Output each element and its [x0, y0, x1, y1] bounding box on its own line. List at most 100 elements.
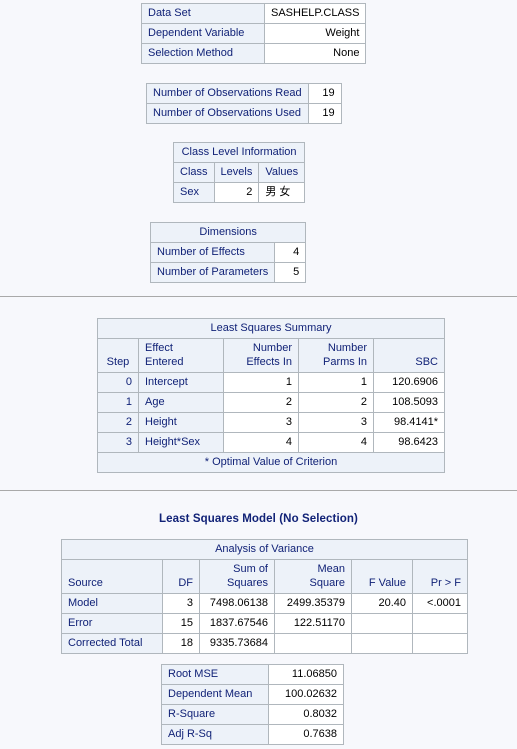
model-info-value: SASHELP.CLASS — [263, 3, 367, 24]
header-line-2: Squares — [227, 577, 268, 589]
model-info-label: Data Set — [141, 3, 265, 24]
least-squares-summary-caption: Least Squares Summary — [97, 318, 445, 339]
column-header-class: Class — [173, 162, 215, 183]
effect-entered: Height*Sex — [138, 432, 224, 453]
anova-f-value — [351, 613, 413, 634]
observations-table: Number of Observations Read 19 Number of… — [146, 83, 342, 124]
anova-source: Model — [61, 593, 163, 614]
column-header-step: Step — [97, 338, 139, 373]
class-values: 男 女 — [258, 182, 306, 203]
step-number: 2 — [97, 412, 139, 433]
class-name: Sex — [173, 182, 215, 203]
column-header-levels: Levels — [213, 162, 260, 183]
anova-df: 15 — [162, 613, 200, 634]
anova-sum-of-squares: 7498.06138 — [199, 593, 275, 614]
number-effects-in: 1 — [223, 372, 299, 393]
model-info-label: Selection Method — [141, 43, 265, 64]
table-footnote-row: * Optimal Value of Criterion — [97, 452, 445, 473]
number-effects-in: 2 — [223, 392, 299, 413]
model-info-label: Dependent Variable — [141, 23, 265, 44]
number-effects-in: 4 — [223, 432, 299, 453]
column-header-sbc: SBC — [373, 338, 445, 373]
least-squares-summary-table: Least Squares Summary Step Effect Entere… — [97, 318, 445, 473]
fit-statistic-label: Root MSE — [161, 664, 269, 685]
table-header-row: Source DF Sum of Squares Mean Square F V… — [61, 559, 468, 594]
anova-pr-f: <.0001 — [412, 593, 468, 614]
anova-mean-square: 122.51170 — [274, 613, 352, 634]
section-divider — [0, 490, 517, 491]
section-divider — [0, 296, 517, 297]
class-level-information-table: Class Level Information Class Levels Val… — [172, 142, 306, 203]
dimensions-label: Number of Effects — [149, 242, 276, 263]
column-header-effect-entered: Effect Entered — [138, 338, 224, 373]
sbc-value: 98.6423 — [373, 432, 445, 453]
table-row: Number of Parameters 5 — [149, 262, 307, 283]
fit-statistic-value: 11.06850 — [268, 664, 344, 685]
observations-value: 19 — [307, 83, 342, 104]
number-parms-in: 2 — [298, 392, 374, 413]
table-row: Data Set SASHELP.CLASS — [141, 3, 367, 24]
anova-source: Error — [61, 613, 163, 634]
table-row: 3 Height*Sex 4 4 98.6423 — [97, 432, 445, 453]
model-information-table: Data Set SASHELP.CLASS Dependent Variabl… — [141, 3, 367, 64]
table-row: Corrected Total 18 9335.73684 — [61, 633, 468, 654]
effect-entered: Height — [138, 412, 224, 433]
class-levels: 2 — [213, 182, 260, 203]
analysis-of-variance-table: Analysis of Variance Source DF Sum of Sq… — [61, 539, 468, 654]
dimensions-caption: Dimensions — [149, 222, 307, 243]
table-header-row: Class Levels Values — [173, 162, 306, 183]
anova-f-value: 20.40 — [351, 593, 413, 614]
number-parms-in: 3 — [298, 412, 374, 433]
number-parms-in: 4 — [298, 432, 374, 453]
table-caption-row: Class Level Information — [172, 142, 306, 163]
anova-caption: Analysis of Variance — [61, 539, 468, 560]
header-line-1: Mean — [317, 563, 345, 575]
step-number: 0 — [97, 372, 139, 393]
anova-mean-square — [274, 633, 352, 654]
anova-df: 3 — [162, 593, 200, 614]
header-line-2: Square — [309, 577, 345, 589]
table-row: R-Square 0.8032 — [161, 704, 344, 725]
table-row: Sex 2 男 女 — [173, 182, 306, 203]
column-header-values: Values — [258, 162, 306, 183]
table-row: Root MSE 11.06850 — [161, 664, 344, 685]
header-line-2: Parms In — [322, 356, 367, 368]
anova-sum-of-squares: 1837.67546 — [199, 613, 275, 634]
anova-df: 18 — [162, 633, 200, 654]
fit-statistics-table: Root MSE 11.06850 Dependent Mean 100.026… — [161, 664, 344, 745]
header-line-2: Effects In — [246, 356, 292, 368]
anova-pr-f — [412, 613, 468, 634]
table-caption-row: Dimensions — [149, 222, 307, 243]
column-header-f-value: F Value — [351, 559, 413, 594]
model-info-value: None — [263, 43, 367, 64]
anova-sum-of-squares: 9335.73684 — [199, 633, 275, 654]
fit-statistic-label: Adj R-Sq — [161, 724, 269, 745]
table-row: Adj R-Sq 0.7638 — [161, 724, 344, 745]
step-number: 3 — [97, 432, 139, 453]
table-row: Model 3 7498.06138 2499.35379 20.40 <.00… — [61, 593, 468, 614]
observations-label: Number of Observations Read — [146, 83, 309, 104]
effect-entered: Intercept — [138, 372, 224, 393]
header-line-1: Number — [252, 342, 292, 354]
header-line-1: Number — [327, 342, 367, 354]
column-header-number-effects-in: Number Effects In — [223, 338, 299, 373]
table-row: 2 Height 3 3 98.4141* — [97, 412, 445, 433]
header-line-2: Entered — [145, 356, 184, 368]
anova-f-value — [351, 633, 413, 654]
class-level-caption: Class Level Information — [172, 142, 306, 163]
table-row: Error 15 1837.67546 122.51170 — [61, 613, 468, 634]
table-row: Dependent Variable Weight — [141, 23, 367, 44]
column-header-df: DF — [162, 559, 200, 594]
least-squares-summary-footnote: * Optimal Value of Criterion — [97, 452, 445, 473]
table-caption-row: Least Squares Summary — [97, 318, 445, 339]
column-header-pr-f: Pr > F — [412, 559, 468, 594]
table-row: Dependent Mean 100.02632 — [161, 684, 344, 705]
number-parms-in: 1 — [298, 372, 374, 393]
observations-label: Number of Observations Used — [146, 103, 309, 124]
dimensions-label: Number of Parameters — [149, 262, 276, 283]
dimensions-table: Dimensions Number of Effects 4 Number of… — [149, 222, 307, 283]
page-title: Least Squares Model (No Selection) — [159, 513, 358, 525]
step-number: 1 — [97, 392, 139, 413]
sbc-value: 120.6906 — [373, 372, 445, 393]
column-header-mean-square: Mean Square — [274, 559, 352, 594]
